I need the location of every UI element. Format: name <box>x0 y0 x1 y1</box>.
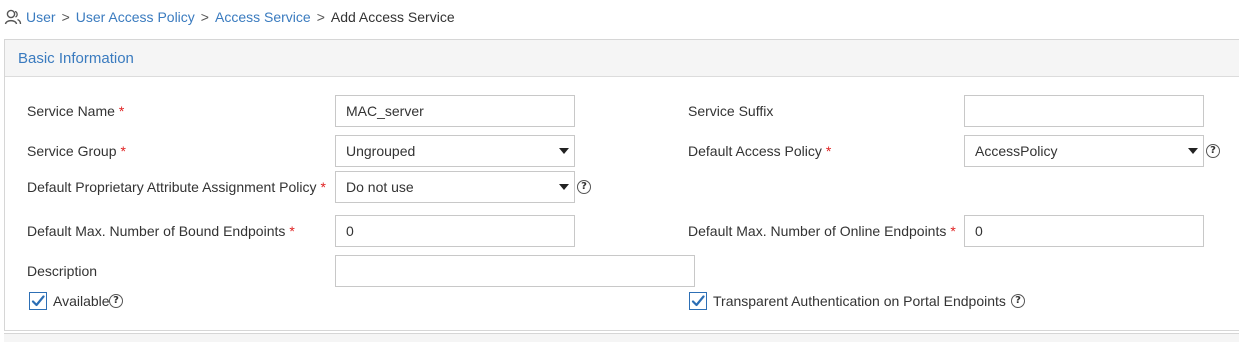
breadcrumb-current: Add Access Service <box>330 9 455 25</box>
transparent-auth-checkbox[interactable] <box>689 292 707 310</box>
check-icon <box>691 295 705 307</box>
service-suffix-input[interactable] <box>964 95 1204 127</box>
service-group-label: Service Group * <box>27 143 126 159</box>
service-group-select[interactable]: Ungrouped <box>335 135 575 167</box>
description-input[interactable] <box>335 255 695 287</box>
max-bound-endpoints-label: Default Max. Number of Bound Endpoints * <box>27 223 295 239</box>
description-label: Description <box>27 263 98 279</box>
breadcrumb: User > User Access Policy > Access Servi… <box>4 6 455 28</box>
breadcrumb-separator: > <box>61 9 70 25</box>
panel-bottom-divider <box>4 333 1239 342</box>
service-name-label: Service Name * <box>27 103 125 119</box>
breadcrumb-separator: > <box>200 9 209 25</box>
panel-title: Basic Information <box>18 50 134 67</box>
service-suffix-label: Service Suffix <box>688 103 774 119</box>
proprietary-policy-label: Default Proprietary Attribute Assignment… <box>27 179 326 195</box>
chevron-down-icon <box>559 148 569 154</box>
max-bound-endpoints-input[interactable]: 0 <box>335 215 575 247</box>
help-icon[interactable]: ? <box>577 180 591 194</box>
check-icon <box>31 295 45 307</box>
default-access-policy-select[interactable]: AccessPolicy <box>964 135 1204 167</box>
breadcrumb-separator: > <box>316 9 325 25</box>
available-checkbox[interactable] <box>29 292 47 310</box>
breadcrumb-link-user[interactable]: User <box>26 9 56 25</box>
service-name-input[interactable]: MAC_server <box>335 95 575 127</box>
proprietary-policy-select[interactable]: Do not use <box>335 171 575 203</box>
default-access-policy-label: Default Access Policy * <box>688 143 832 159</box>
max-online-endpoints-label: Default Max. Number of Online Endpoints * <box>688 223 956 239</box>
breadcrumb-link-access-service[interactable]: Access Service <box>215 9 311 25</box>
panel-header: Basic Information <box>5 40 1239 77</box>
breadcrumb-link-user-access-policy[interactable]: User Access Policy <box>76 9 195 25</box>
chevron-down-icon <box>559 184 569 190</box>
user-icon <box>4 9 22 25</box>
help-icon[interactable]: ? <box>1206 144 1220 158</box>
help-icon[interactable]: ? <box>1011 294 1025 308</box>
help-icon[interactable]: ? <box>109 294 123 308</box>
chevron-down-icon <box>1188 148 1198 154</box>
transparent-auth-label: Transparent Authentication on Portal End… <box>713 293 1006 309</box>
available-label: Available <box>53 293 110 309</box>
max-online-endpoints-input[interactable]: 0 <box>964 215 1204 247</box>
